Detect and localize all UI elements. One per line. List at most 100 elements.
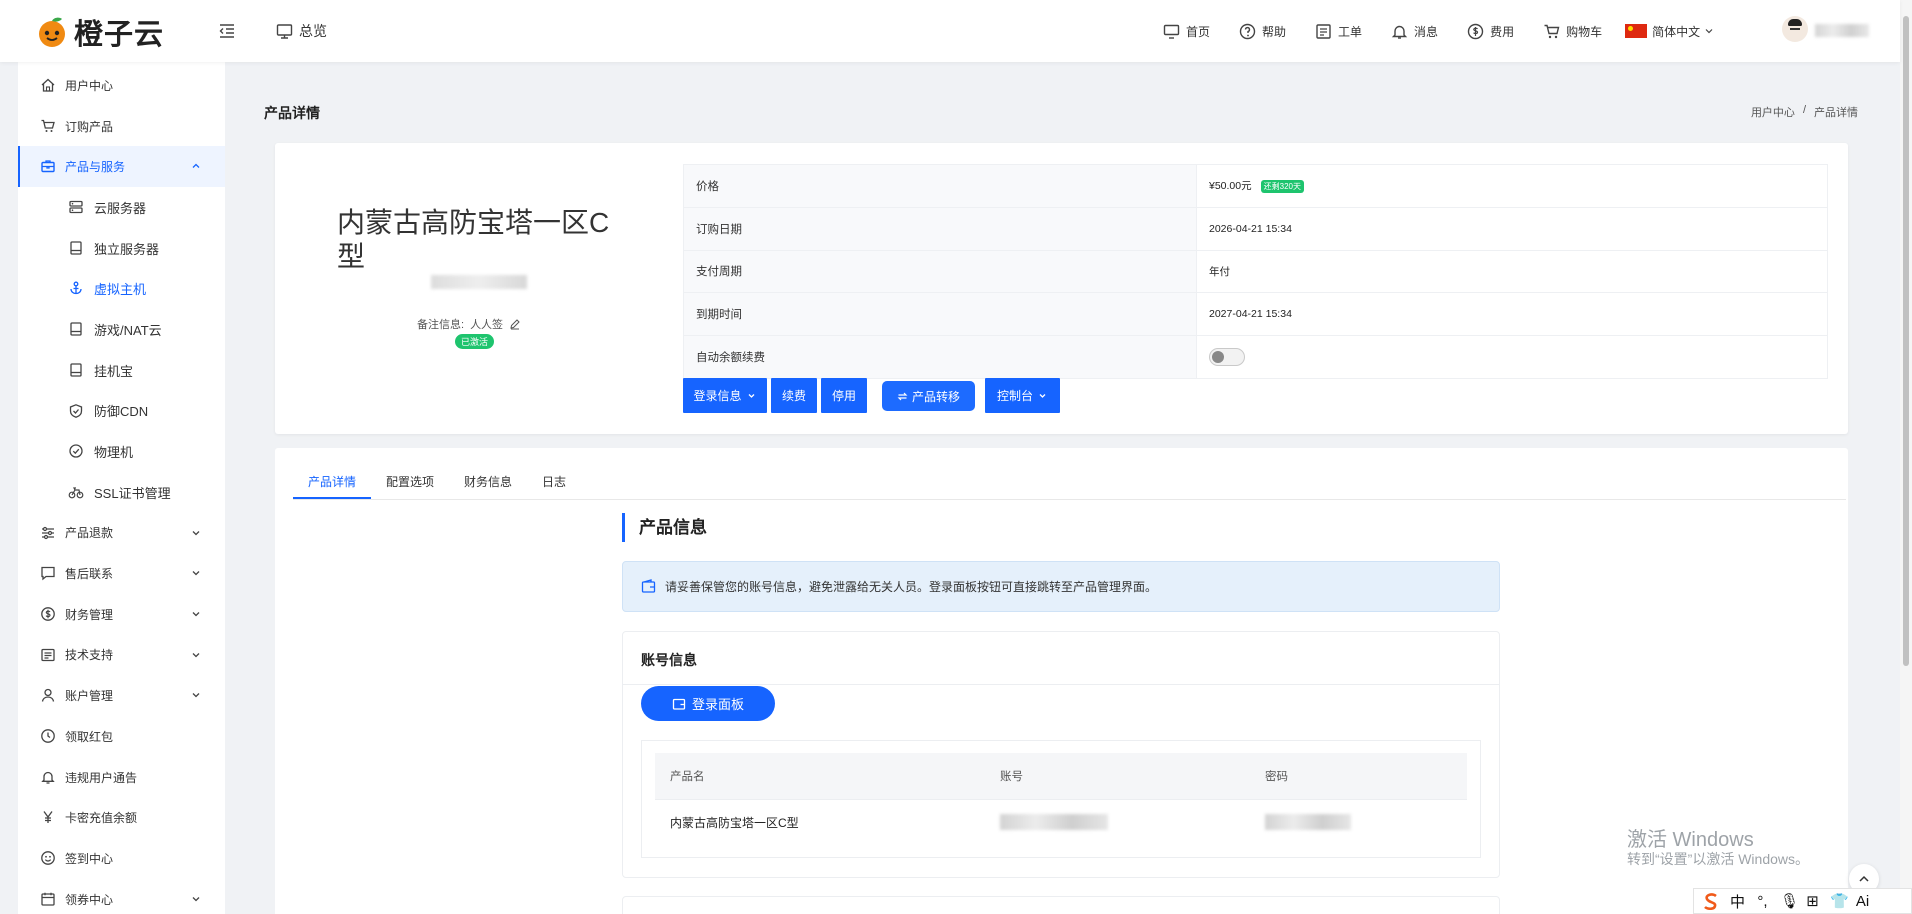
china-flag-icon: [1625, 24, 1648, 38]
nav-cart[interactable]: 购物车: [1543, 23, 1602, 40]
tab-product-details[interactable]: 产品详情: [293, 471, 372, 499]
avatar[interactable]: [1782, 16, 1808, 42]
product-ip-redacted: [431, 275, 527, 289]
nav-message[interactable]: 消息: [1391, 23, 1438, 40]
nav-ticket[interactable]: 工单: [1315, 23, 1362, 40]
wallet-icon: [672, 698, 686, 710]
sidebar-item[interactable]: 产品与服务: [18, 146, 225, 188]
ticket-icon: [1316, 23, 1331, 39]
nav-message-label: 消息: [1414, 24, 1439, 39]
col-password: 密码: [1250, 753, 1467, 799]
nav-home[interactable]: 首页: [1163, 23, 1210, 40]
sidebar-item[interactable]: 物理机: [18, 431, 225, 472]
login-info-button[interactable]: 登录信息: [683, 378, 767, 413]
ime-toolbar: 中 °, 🎙 ⊞ 👕 Ai: [1693, 888, 1912, 914]
sidebar-item[interactable]: 领券中心: [18, 879, 225, 914]
sidebar-item[interactable]: 产品退款: [18, 513, 225, 554]
sidebar-item-label: 独立服务器: [94, 241, 160, 257]
renew-button[interactable]: 续费: [771, 378, 817, 413]
sidebar-item-label: 用户中心: [65, 78, 114, 93]
ime-punctuation[interactable]: °,: [1755, 893, 1770, 910]
shield-icon: [69, 403, 83, 418]
sidebar-item[interactable]: 领取红包: [18, 716, 225, 757]
sogou-s-icon[interactable]: [1702, 892, 1720, 910]
login-panel-button[interactable]: 登录面板: [641, 686, 775, 721]
top-nav: 首页 帮助 工单 消息 费用 购物车 简体中文: [1163, 20, 1713, 42]
info-value: 年付: [1196, 249, 1828, 294]
ime-skin-icon[interactable]: 👕: [1830, 892, 1849, 910]
transfer-button[interactable]: 产品转移: [882, 381, 975, 411]
account-divider: [623, 684, 1499, 685]
auto-renew-toggle[interactable]: [1209, 348, 1245, 367]
cell-password[interactable]: [1250, 798, 1467, 845]
chevron-down-icon: [192, 652, 200, 658]
transfer-label: 产品转移: [911, 389, 960, 404]
bicycle-icon: [68, 487, 84, 499]
cart-icon: [41, 119, 55, 132]
display-icon: [1163, 24, 1180, 39]
console-button[interactable]: 控制台: [985, 378, 1060, 413]
scrollbar-thumb[interactable]: [1903, 16, 1909, 666]
account-title: 账号信息: [641, 652, 697, 668]
overview-link[interactable]: 总览: [276, 21, 327, 41]
nav-help[interactable]: 帮助: [1239, 23, 1286, 40]
sidebar-item[interactable]: 技术支持: [18, 635, 225, 676]
sidebar-item[interactable]: 云服务器: [18, 187, 225, 228]
sidebar-item-label: 订购产品: [65, 119, 114, 134]
tab-config-options[interactable]: 配置选项: [371, 471, 449, 499]
smile-icon: [41, 851, 55, 865]
sidebar-item[interactable]: 卡密充值余额: [18, 797, 225, 838]
breadcrumb-separator: /: [1802, 104, 1806, 116]
info-row-expire: 到期时间 2027-04-21 15:34: [683, 292, 1828, 337]
sidebar-item[interactable]: 售后联系: [18, 553, 225, 594]
language-select[interactable]: 简体中文: [1625, 23, 1713, 40]
logo[interactable]: 橙子云: [36, 16, 164, 51]
ime-chinese-mode[interactable]: 中: [1730, 891, 1745, 912]
console-label: 控制台: [996, 389, 1033, 403]
product-name: 内蒙古高防宝塔一区C型: [337, 207, 610, 272]
tab-finance[interactable]: 财务信息: [449, 471, 527, 499]
info-key: 到期时间: [683, 292, 1197, 337]
edit-icon[interactable]: [509, 318, 521, 330]
breadcrumb-home[interactable]: 用户中心: [1751, 104, 1795, 120]
sidebar-item[interactable]: 签到中心: [18, 838, 225, 879]
security-notice: 请妥善保管您的账号信息，避免泄露给无关人员。登录面板按钮可直接跳转至产品管理界面…: [622, 561, 1500, 612]
account-table: 产品名 账号 密码 内蒙古高防宝塔一区C型: [655, 753, 1467, 845]
breadcrumb: 用户中心 / 产品详情: [1751, 104, 1858, 120]
tab-log[interactable]: 日志: [527, 471, 581, 499]
sidebar-item[interactable]: 订购产品: [18, 106, 225, 147]
chevron-up-icon: [192, 163, 200, 169]
ime-mic-icon[interactable]: 🎙: [1780, 892, 1799, 910]
info-value: 2027-04-21 15:34: [1196, 292, 1828, 337]
sidebar-item-label: 挂机宝: [94, 363, 134, 379]
top-bar: 橙子云 总览 首页 帮助 工单 消息 费用 购物车 简体中文: [0, 0, 1900, 62]
ime-ai-icon[interactable]: Ai: [1855, 893, 1870, 910]
sidebar-item[interactable]: 违规用户通告: [18, 757, 225, 798]
sidebar-item[interactable]: 游戏/NAT云: [18, 309, 225, 350]
remark-label: 备注信息:: [417, 319, 465, 331]
monitor-icon: [276, 23, 293, 39]
sidebar-item[interactable]: 独立服务器: [18, 228, 225, 269]
menu-fold-icon[interactable]: [218, 22, 236, 40]
sidebar-item[interactable]: SSL证书管理: [18, 472, 225, 513]
sidebar-item[interactable]: 防御CDN: [18, 391, 225, 432]
question-icon: [1239, 23, 1256, 39]
sidebar-item[interactable]: 用户中心: [18, 65, 225, 106]
nav-fee[interactable]: 费用: [1467, 23, 1514, 40]
chevron-down-icon: [192, 571, 200, 576]
stop-button[interactable]: 停用: [821, 378, 867, 413]
nav-cart-label: 购物车: [1566, 24, 1603, 39]
username-redacted[interactable]: [1815, 24, 1869, 37]
info-row-cycle: 支付周期 年付: [683, 249, 1828, 294]
sidebar-item[interactable]: 财务管理: [18, 594, 225, 635]
price-value: ¥50.00元: [1209, 180, 1252, 193]
scrollbar[interactable]: [1900, 0, 1912, 914]
sidebar-item-label: 云服务器: [94, 200, 147, 216]
sidebar-item[interactable]: 挂机宝: [18, 350, 225, 391]
cell-account[interactable]: [985, 798, 1250, 845]
sidebar-item[interactable]: 账户管理: [18, 675, 225, 716]
sidebar-item[interactable]: 虚拟主机: [18, 268, 225, 309]
transfer-icon: [897, 392, 908, 400]
ime-keyboard-icon[interactable]: ⊞: [1805, 892, 1820, 910]
chevron-down-icon: [748, 394, 754, 398]
